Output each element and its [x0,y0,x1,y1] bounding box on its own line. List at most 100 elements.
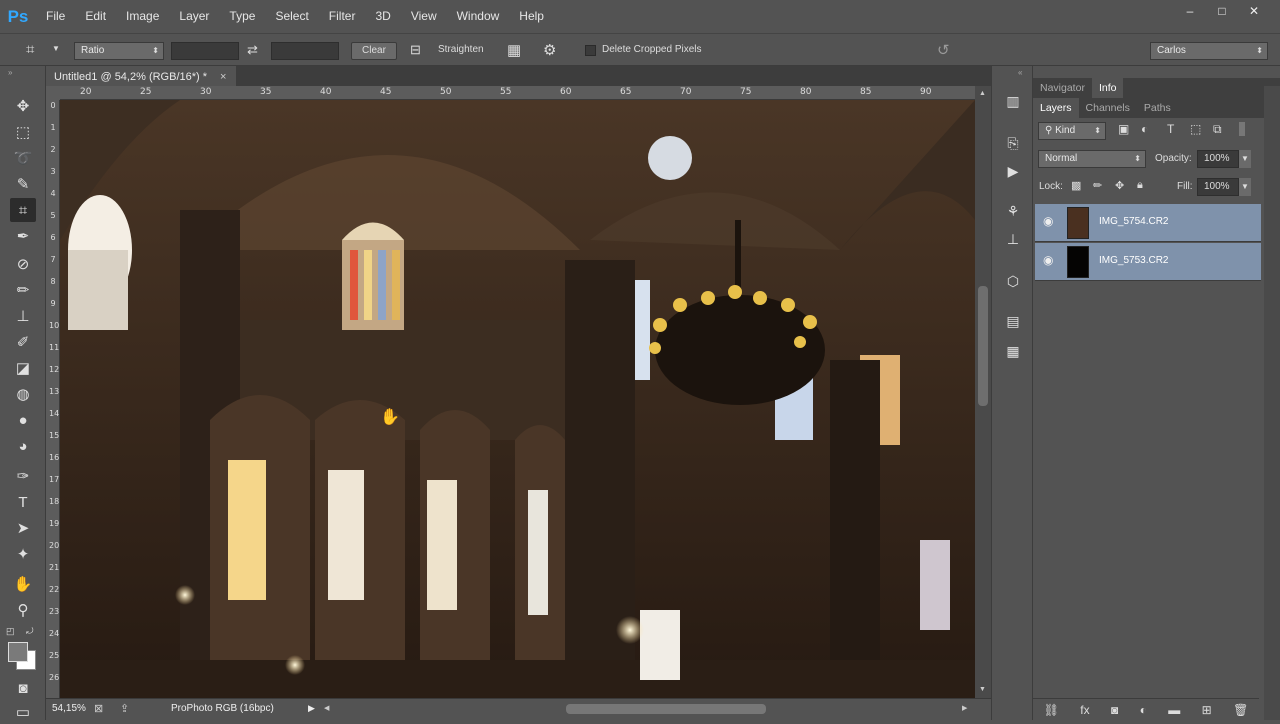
straighten-label[interactable]: Straighten [438,44,484,55]
menu-edit[interactable]: Edit [75,0,116,33]
swap-icon[interactable]: ⇄ [247,42,258,58]
shape-tool-icon[interactable]: ✦ [10,542,36,566]
clear-button[interactable]: Clear [351,42,397,60]
scroll-down-icon[interactable]: ▼ [979,686,986,693]
menu-window[interactable]: Window [447,0,510,33]
tab-layers[interactable]: Layers [1033,98,1079,118]
delete-cropped-checkbox[interactable] [585,45,596,56]
fill-input[interactable]: 100% [1197,178,1239,196]
menu-type[interactable]: Type [219,0,265,33]
blend-mode-select[interactable]: Normal ⬍ [1038,150,1146,168]
clone-source-icon[interactable]: ⊥ [1001,228,1025,250]
filter-toggle[interactable] [1239,122,1245,136]
eye-icon[interactable]: ◉ [1043,214,1053,228]
eye-icon[interactable]: ◉ [1043,253,1053,267]
status-icon[interactable]: ⊠ [94,702,103,715]
gear-icon[interactable]: ⚙ [543,41,556,59]
tab-channels[interactable]: Channels [1079,98,1137,118]
export-icon[interactable]: ⇪ [120,702,129,715]
paint-bucket-tool-icon[interactable]: ◍ [10,382,36,406]
maximize-button[interactable]: □ [1206,0,1238,22]
lock-position-icon[interactable]: ✥ [1115,179,1124,192]
filter-pixel-icon[interactable]: ▣ [1118,122,1129,136]
fx-icon[interactable]: fx [1080,703,1089,717]
straighten-icon[interactable]: ⊟ [410,42,421,58]
quick-select-tool-icon[interactable]: ✎ [10,172,36,196]
trash-icon[interactable]: 🗑︎ [1233,703,1248,717]
move-tool-icon[interactable]: ✥ [10,94,36,118]
collapse-icon[interactable]: » [8,68,12,77]
eyedropper-tool-icon[interactable]: ✒ [10,224,36,248]
link-layers-icon[interactable]: ⛓ [1044,703,1059,717]
swap-colors-icon[interactable]: ⤾ [26,626,34,637]
grid-overlay-icon[interactable]: ▦ [507,41,521,59]
menu-image[interactable]: Image [116,0,169,33]
adjustment-layer-icon[interactable]: ◐ [1140,703,1147,717]
height-input[interactable] [271,42,339,60]
crop-tool-icon[interactable]: ⌗ [10,198,36,222]
chevron-down-icon[interactable]: ▼ [52,44,60,53]
histogram-icon[interactable]: ▥ [1001,90,1025,112]
layer-row[interactable]: ◉ IMG_5754.CR2 [1035,204,1261,242]
new-layer-icon[interactable]: ⊞ [1202,703,1212,717]
dodge-tool-icon[interactable]: ◕ [10,434,36,458]
new-group-icon[interactable]: ▬ [1168,703,1180,717]
tab-paths[interactable]: Paths [1137,98,1178,118]
expand-icon[interactable]: « [1018,68,1022,77]
healing-brush-tool-icon[interactable]: ⊘ [10,252,36,276]
actions-play-icon[interactable]: ▶ [1001,160,1025,182]
minimize-button[interactable]: – [1174,0,1206,22]
brush-presets-icon[interactable]: ⚘ [1001,200,1025,222]
width-input[interactable] [171,42,239,60]
close-button[interactable]: ✕ [1238,0,1270,22]
eraser-tool-icon[interactable]: ◪ [10,356,36,380]
tab-info[interactable]: Info [1091,78,1124,98]
hand-tool-icon[interactable]: ✋ [10,572,36,596]
reset-icon[interactable]: ↺ [937,41,950,59]
default-colors-icon[interactable]: ◰ [6,626,15,637]
layer-row[interactable]: ◉ IMG_5753.CR2 [1035,243,1261,281]
document-canvas[interactable]: ✋ [60,100,975,700]
zoom-tool-icon[interactable]: ⚲ [10,598,36,622]
zoom-level[interactable]: 54,15% [52,703,86,714]
scroll-up-icon[interactable]: ▲ [979,90,986,97]
horizontal-scroll-thumb[interactable] [566,704,766,714]
play-icon[interactable]: ▶ [308,703,315,714]
path-selection-tool-icon[interactable]: ➤ [10,516,36,540]
menu-help[interactable]: Help [509,0,554,33]
panel-scrollbar[interactable] [1264,86,1280,720]
lock-pixels-icon[interactable]: ✏ [1093,179,1102,192]
scroll-left-icon[interactable]: ◀ [324,704,329,712]
filter-shape-icon[interactable]: ⬚ [1190,122,1201,136]
3d-icon[interactable]: ⬡ [1001,270,1025,292]
history-icon[interactable]: ⎘ [1001,132,1025,154]
foreground-color-swatch[interactable] [8,642,28,662]
lasso-tool-icon[interactable]: ➰ [10,146,36,170]
workspace-select[interactable]: Carlos ⬍ [1150,42,1268,60]
menu-select[interactable]: Select [265,0,318,33]
vertical-scrollbar[interactable]: ▲ ▼ [975,86,991,700]
lock-transparent-icon[interactable]: ▩ [1071,179,1081,192]
chevron-down-icon[interactable]: ▼ [1239,178,1251,196]
menu-filter[interactable]: Filter [319,0,366,33]
ratio-select[interactable]: Ratio ⬍ [74,42,164,60]
pen-tool-icon[interactable]: ✑ [10,464,36,488]
kind-filter-select[interactable]: ⚲ Kind ⬍ [1038,122,1106,140]
close-tab-icon[interactable]: × [220,66,226,88]
opacity-input[interactable]: 100% [1197,150,1239,168]
tab-navigator[interactable]: Navigator [1033,78,1092,98]
filter-type-icon[interactable]: T [1167,122,1174,136]
lock-all-icon[interactable]: 🔒︎ [1137,179,1143,192]
properties-icon[interactable]: ▤ [1001,310,1025,332]
menu-3d[interactable]: 3D [365,0,400,33]
type-tool-icon[interactable]: T [10,490,36,514]
filter-adjustment-icon[interactable]: ◐ [1141,122,1148,136]
notes-icon[interactable]: ▦ [1001,340,1025,362]
scroll-right-icon[interactable]: ▶ [962,704,967,712]
screen-mode-icon[interactable]: ▭ [10,700,36,724]
menu-view[interactable]: View [401,0,447,33]
menu-file[interactable]: File [36,0,75,33]
crop-tool-preset-icon[interactable]: ⌗ [26,41,48,61]
quick-mask-icon[interactable]: ◙ [10,676,36,700]
chevron-down-icon[interactable]: ▼ [1239,150,1251,168]
